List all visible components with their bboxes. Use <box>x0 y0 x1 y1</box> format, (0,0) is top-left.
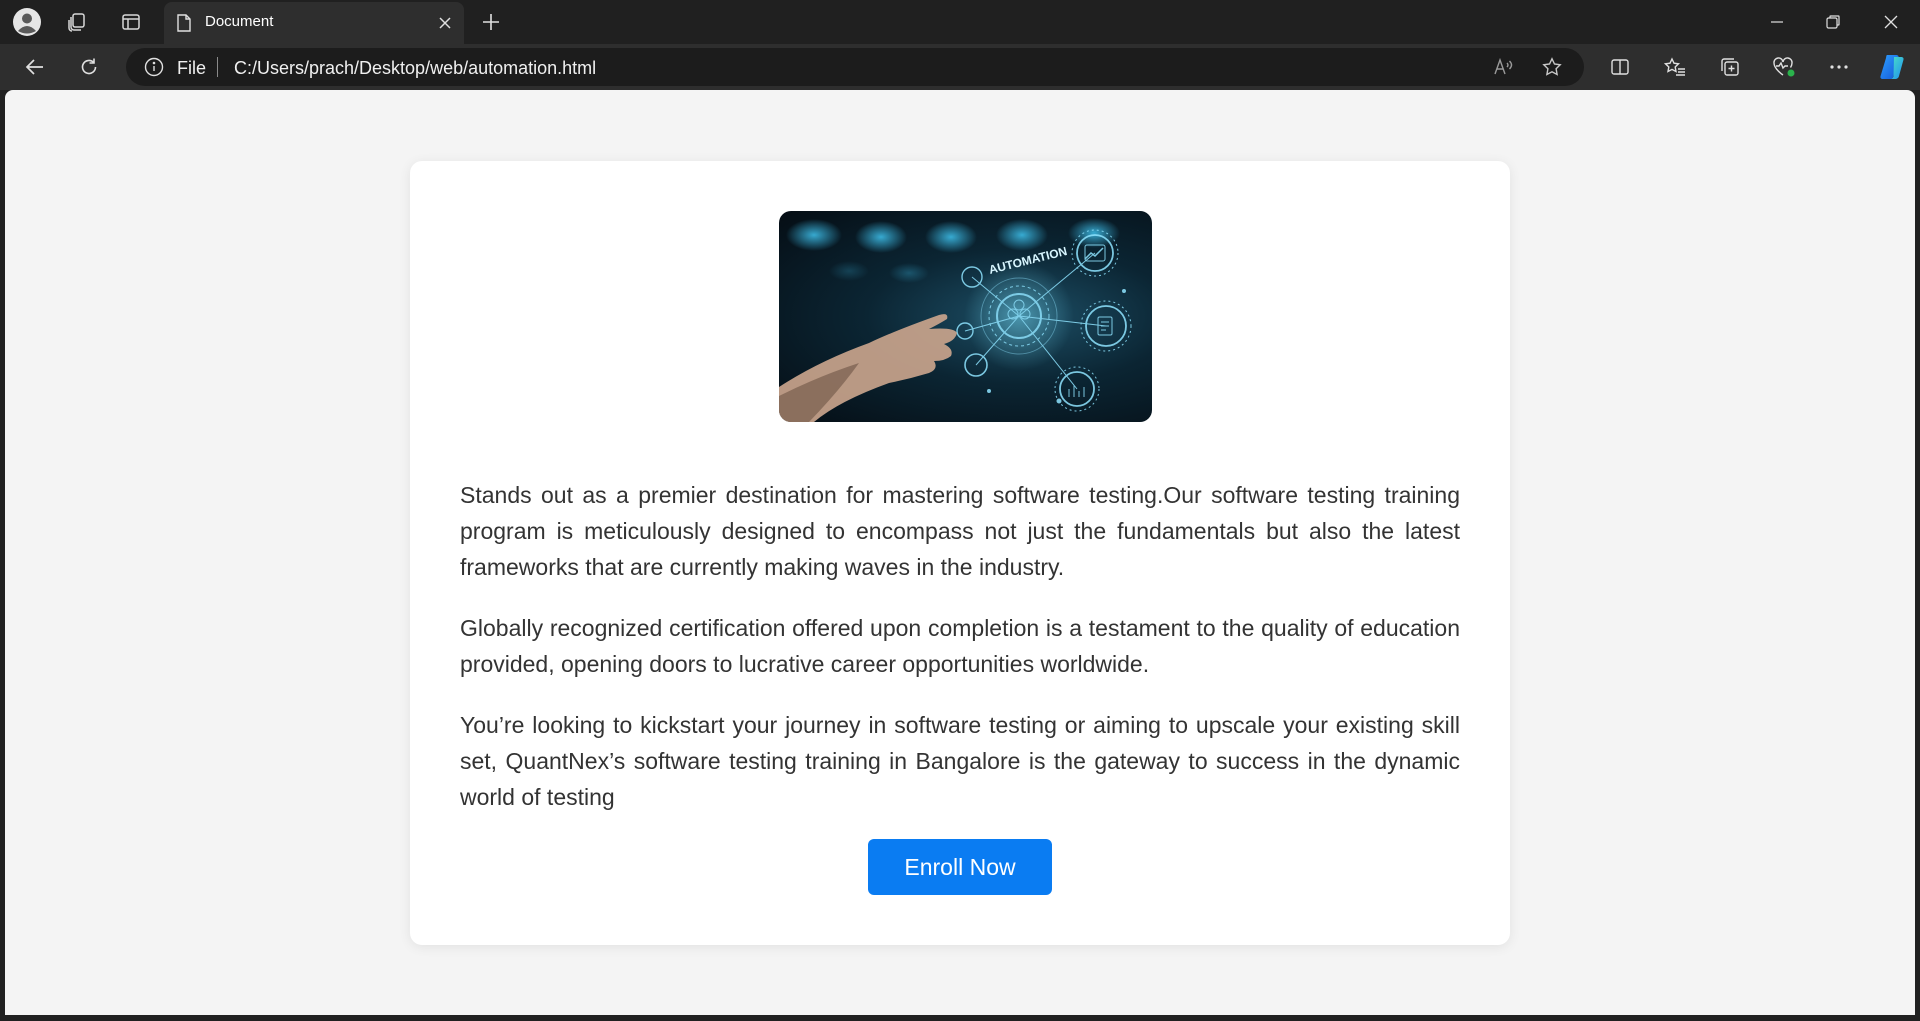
copilot-icon[interactable] <box>1876 51 1910 83</box>
restore-button[interactable] <box>1805 0 1861 44</box>
page-viewport: AUTOMATION Stands out as a premier desti… <box>5 90 1915 1015</box>
certification-paragraph: Globally recognized certification offere… <box>460 615 1460 677</box>
vertical-tabs-icon[interactable] <box>115 6 147 38</box>
career-paragraph: You’re looking to kickstart your journey… <box>460 712 1460 810</box>
browser-essentials-icon[interactable] <box>1767 51 1801 83</box>
more-options-icon[interactable] <box>1822 51 1856 83</box>
refresh-icon[interactable] <box>73 51 105 83</box>
new-tab-button[interactable] <box>475 6 507 38</box>
close-tab-icon[interactable] <box>434 12 456 34</box>
address-bar[interactable]: File C:/Users/prach/Desktop/web/automati… <box>126 48 1584 86</box>
back-arrow-icon[interactable] <box>19 51 51 83</box>
minimize-button[interactable] <box>1749 0 1805 44</box>
enroll-now-button[interactable]: Enroll Now <box>868 839 1052 895</box>
tab-title: Document <box>205 13 274 30</box>
site-info-icon[interactable] <box>144 57 164 77</box>
course-card: AUTOMATION Stands out as a premier desti… <box>410 161 1510 945</box>
automation-hero-image: AUTOMATION <box>779 211 1152 422</box>
collections-icon[interactable] <box>1713 51 1747 83</box>
split-screen-icon[interactable] <box>1603 51 1637 83</box>
page-icon <box>174 13 194 33</box>
browser-title-bar: Document <box>0 0 1920 44</box>
browser-toolbar: File C:/Users/prach/Desktop/web/automati… <box>0 44 1920 90</box>
workspaces-icon[interactable] <box>61 6 93 38</box>
address-divider <box>217 57 218 77</box>
url-scheme-label: File <box>177 58 207 78</box>
close-window-button[interactable] <box>1863 0 1919 44</box>
profile-avatar-icon[interactable] <box>11 6 43 38</box>
url-text[interactable]: C:/Users/prach/Desktop/web/automation.ht… <box>234 58 596 79</box>
favorites-icon[interactable] <box>1658 51 1692 83</box>
intro-paragraph: Stands out as a premier destination for … <box>460 482 1460 580</box>
read-aloud-icon[interactable] <box>1488 51 1520 83</box>
course-description: Stands out as a premier destination for … <box>460 477 1460 840</box>
favorite-star-icon[interactable] <box>1536 51 1568 83</box>
tab-document[interactable]: Document <box>164 2 464 44</box>
